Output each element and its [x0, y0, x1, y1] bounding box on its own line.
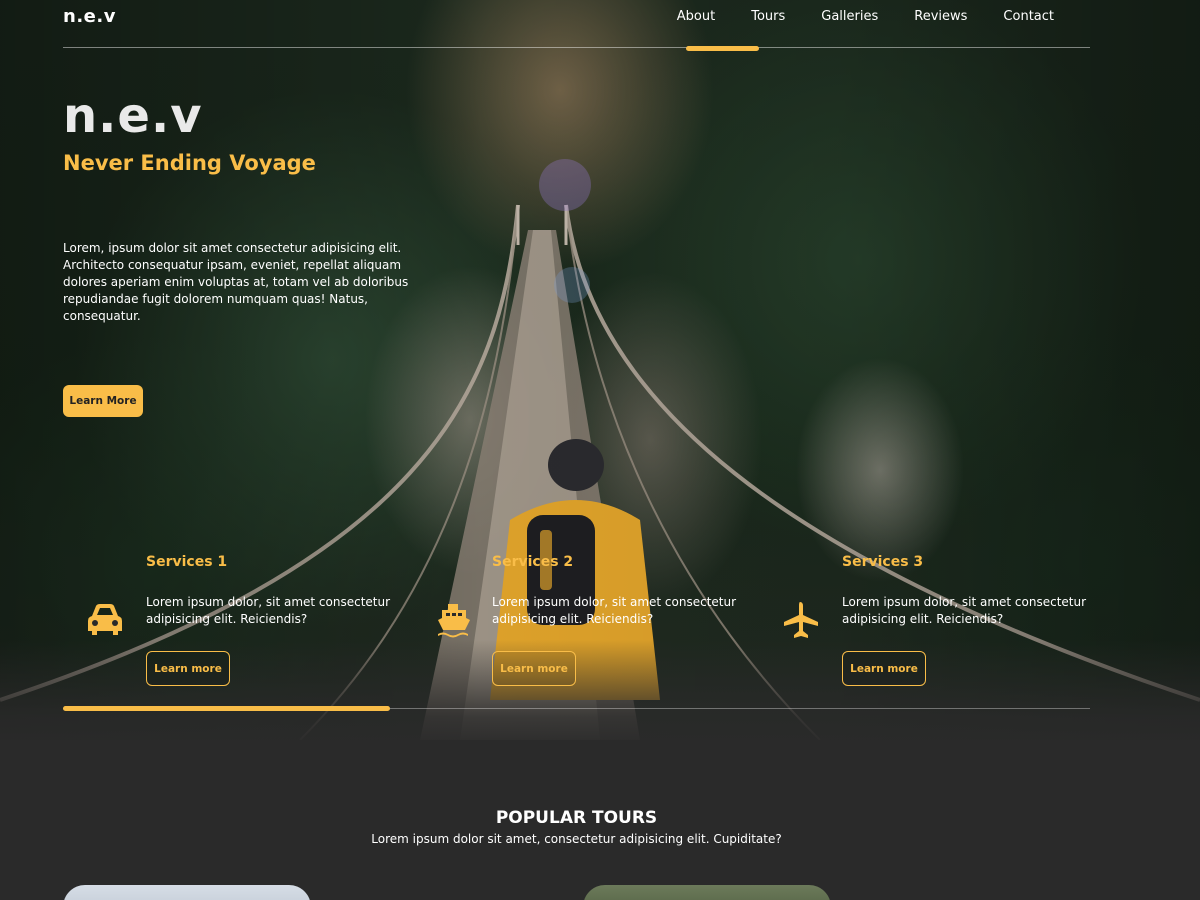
brand-logo[interactable]: n.e.v: [63, 6, 116, 27]
service-card-1: Services 1 Lorem ipsum dolor, sit amet c…: [80, 550, 390, 690]
service-text: Lorem ipsum dolor, sit amet consectetur …: [146, 595, 391, 626]
service-title: Services 2: [492, 554, 574, 570]
popular-tours-subtitle: Lorem ipsum dolor sit amet, consectetur …: [371, 832, 782, 846]
hero-description: Lorem, ipsum dolor sit amet consectetur …: [63, 241, 409, 323]
nav-link-contact[interactable]: Contact: [985, 9, 1072, 24]
nav-link-tours[interactable]: Tours: [733, 9, 803, 24]
top-navbar: n.e.v About Tours Galleries Reviews Cont…: [63, 0, 1090, 48]
learn-more-button[interactable]: Learn More: [63, 385, 143, 417]
service-text: Lorem ipsum dolor, sit amet consectetur …: [492, 595, 737, 626]
service-learn-more-button[interactable]: Learn more: [842, 651, 926, 686]
nav-active-indicator: [686, 46, 759, 51]
hero-title: n.e.v: [63, 88, 203, 144]
nav-link-galleries[interactable]: Galleries: [803, 9, 896, 24]
service-text: Lorem ipsum dolor, sit amet consectetur …: [842, 595, 1087, 626]
service-learn-more-button[interactable]: Learn more: [492, 651, 576, 686]
service-card-2: Services 2 Lorem ipsum dolor, sit amet c…: [426, 550, 736, 690]
service-title: Services 1: [146, 554, 228, 570]
tour-card[interactable]: [63, 885, 311, 900]
service-title: Services 3: [842, 554, 924, 570]
tour-card[interactable]: [583, 885, 831, 900]
car-icon: [84, 600, 126, 640]
nav-links: About Tours Galleries Reviews Contact: [659, 9, 1072, 24]
nav-link-reviews[interactable]: Reviews: [896, 9, 985, 24]
hero-subtitle: Never Ending Voyage: [63, 151, 316, 175]
slider-progress-fill: [63, 706, 390, 711]
service-card-3: Services 3 Lorem ipsum dolor, sit amet c…: [776, 550, 1086, 690]
ship-icon: [434, 600, 476, 640]
plane-icon: [780, 600, 822, 640]
service-learn-more-button[interactable]: Learn more: [146, 651, 230, 686]
popular-tours-title: POPULAR TOURS: [495, 808, 658, 828]
nav-link-about[interactable]: About: [659, 9, 733, 24]
